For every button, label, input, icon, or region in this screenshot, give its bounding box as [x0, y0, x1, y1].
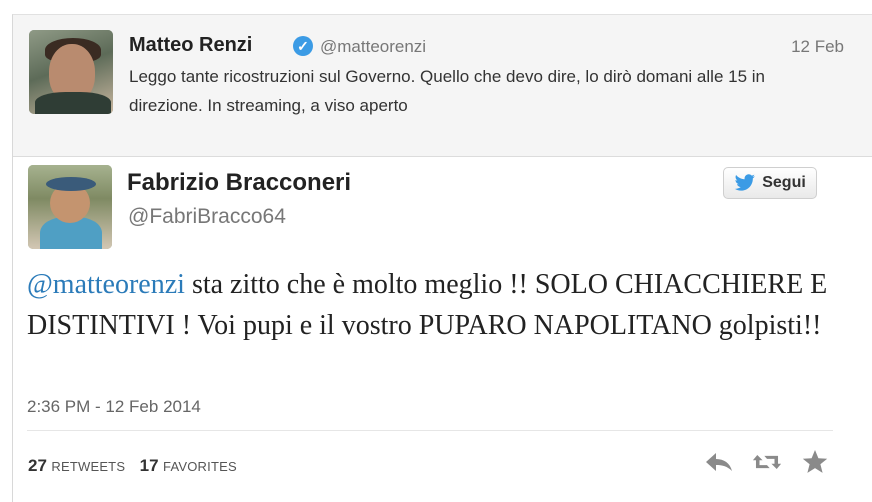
fabrizio-bracconeri-avatar[interactable] — [28, 165, 112, 249]
reply-icon[interactable] — [704, 448, 734, 476]
retweets-count[interactable]: 27 — [28, 456, 47, 475]
follow-button[interactable]: Segui — [723, 167, 817, 199]
reply-to-text: Leggo tante ricostruzioni sul Governo. Q… — [129, 67, 765, 115]
follow-label: Segui — [762, 174, 806, 191]
reply-to-date[interactable]: 12 Feb — [791, 37, 844, 57]
favorites-label[interactable]: FAVORITES — [163, 459, 237, 474]
tweet-text: @matteorenzi sta zitto che è molto megli… — [27, 264, 832, 346]
tweet-timestamp[interactable]: 2:36 PM - 12 Feb 2014 — [27, 397, 201, 417]
author-handle[interactable]: @FabriBracco64 — [128, 205, 286, 229]
mention-link[interactable]: @matteorenzi — [27, 269, 185, 300]
reply-to-name[interactable]: Matteo Renzi — [129, 34, 252, 57]
bird-icon — [734, 174, 756, 191]
matteo-renzi-avatar[interactable] — [29, 30, 113, 114]
reply-to-handle[interactable]: @matteorenzi — [320, 37, 426, 57]
star-icon[interactable] — [800, 448, 830, 476]
divider — [27, 430, 833, 431]
tweet-actions — [704, 448, 830, 476]
favorites-count[interactable]: 17 — [140, 456, 159, 475]
tweet-stats: 27 RETWEETS 17 FAVORITES — [28, 456, 247, 476]
verified-badge-icon: ✓ — [293, 36, 313, 56]
author-name[interactable]: Fabrizio Bracconeri — [127, 169, 351, 197]
retweets-label[interactable]: RETWEETS — [51, 459, 125, 474]
retweet-icon[interactable] — [752, 448, 782, 476]
